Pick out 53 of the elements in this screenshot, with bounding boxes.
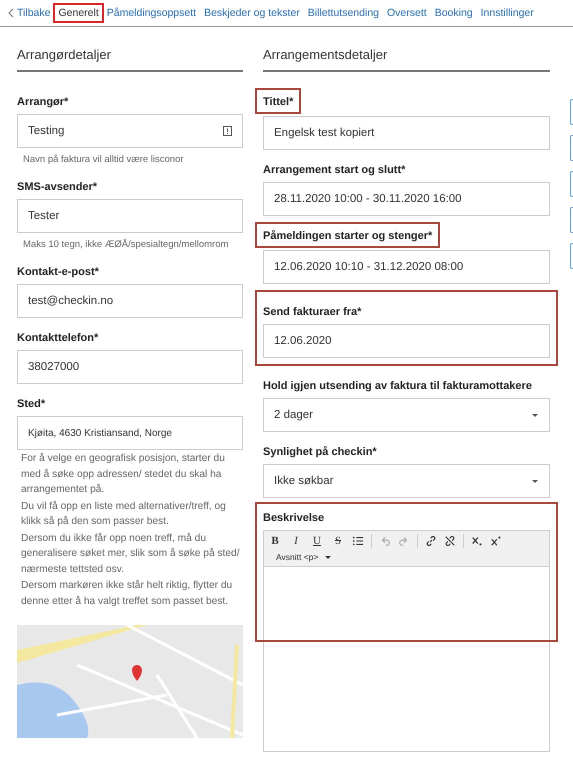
- section-title: Arrangørdetaljer: [17, 27, 243, 72]
- field-label: Kontakt-e-post*: [17, 266, 99, 278]
- text-input[interactable]: 12.06.2020: [263, 324, 550, 358]
- field-label: Synlighet på checkin*: [263, 446, 377, 458]
- field-label: Arrangement start og slutt*: [263, 164, 406, 176]
- hint-text: Maks 10 tegn, ikke ÆØÅ/spesialtegn/mellomrom: [23, 239, 230, 250]
- caret-icon: [324, 554, 332, 560]
- tab[interactable]: Oversett: [383, 4, 431, 22]
- field-label: Tittel*: [263, 96, 294, 108]
- field-label: Påmeldingen starter og stenger*: [263, 230, 432, 242]
- dropdown[interactable]: 2 dager: [263, 398, 550, 432]
- help-text: Dersom markøren ikke står helt riktig, flytter du denne etter å ha valgt treffet som passet best.: [21, 578, 234, 608]
- help-text: Du vil få opp en liste med alternativer/treff, og klikk så på den som passer best.: [21, 500, 227, 529]
- subscript-icon[interactable]: [471, 535, 483, 547]
- field-label: Kontakttelefon*: [17, 332, 98, 344]
- help-text: For å velge en geografisk posisjon, starter du med å søke opp adressen/ stedet du skal ha arrangementet på.: [21, 452, 226, 497]
- text-input[interactable]: 12.06.2020 10:10 - 31.12.2020 08:00: [263, 250, 550, 284]
- section-title: Arrangementsdetaljer: [263, 27, 550, 72]
- format-button[interactable]: I: [289, 535, 303, 547]
- format-button[interactable]: U: [310, 535, 324, 547]
- tab[interactable]: Påmeldingsoppsett: [102, 4, 200, 22]
- field-label: Beskrivelse: [263, 512, 324, 524]
- hint-text: Navn på faktura vil alltid være lisconor: [23, 154, 185, 165]
- field-label: Send fakturaer fra*: [263, 306, 362, 318]
- chevron-left-icon: [8, 8, 14, 18]
- text-input[interactable]: 28.11.2020 10:00 - 30.11.2020 16:00: [263, 182, 550, 216]
- field-label: Arrangør*: [17, 96, 68, 108]
- back-link[interactable]: Tilbake: [8, 7, 54, 19]
- location-input[interactable]: Kjøita, 4630 Kristiansand, Norge: [17, 416, 243, 450]
- text-input[interactable]: Testing: [17, 114, 243, 148]
- tab[interactable]: Beskjeder og tekster: [200, 4, 304, 22]
- link-icon[interactable]: [425, 535, 437, 547]
- format-button[interactable]: S: [331, 535, 345, 547]
- dropdown-caret-icon: [531, 412, 539, 418]
- text-input[interactable]: Tester: [17, 199, 243, 233]
- unlink-icon[interactable]: [444, 535, 456, 547]
- field-label: SMS-avsender*: [17, 181, 98, 193]
- tab[interactable]: Generelt: [54, 4, 103, 22]
- tab[interactable]: Innstillinger: [476, 4, 538, 22]
- help-text: Dersom du ikke får opp noen treff, må du generalisere søket mer, slik som å søke på sted/ nærmeste tettsted osv.: [21, 532, 241, 576]
- text-input[interactable]: test@checkin.no: [17, 284, 243, 318]
- tab[interactable]: Booking: [430, 4, 477, 22]
- field-label: Hold igjen utsending av faktura til fakturamottakere: [263, 380, 532, 392]
- field-label: Sted*: [17, 398, 46, 410]
- dropdown-caret-icon: [531, 478, 539, 484]
- superscript-icon[interactable]: [490, 535, 502, 547]
- text-input[interactable]: Engelsk test kopiert: [263, 116, 550, 150]
- dropdown[interactable]: Ikke søkbar: [263, 464, 550, 498]
- text-input[interactable]: 38027000: [17, 350, 243, 384]
- bullet-list-icon[interactable]: [352, 535, 364, 547]
- format-dropdown[interactable]: Avsnitt <p>: [268, 552, 332, 562]
- tab[interactable]: Billettutsending: [304, 4, 383, 22]
- format-button[interactable]: B: [268, 535, 282, 547]
